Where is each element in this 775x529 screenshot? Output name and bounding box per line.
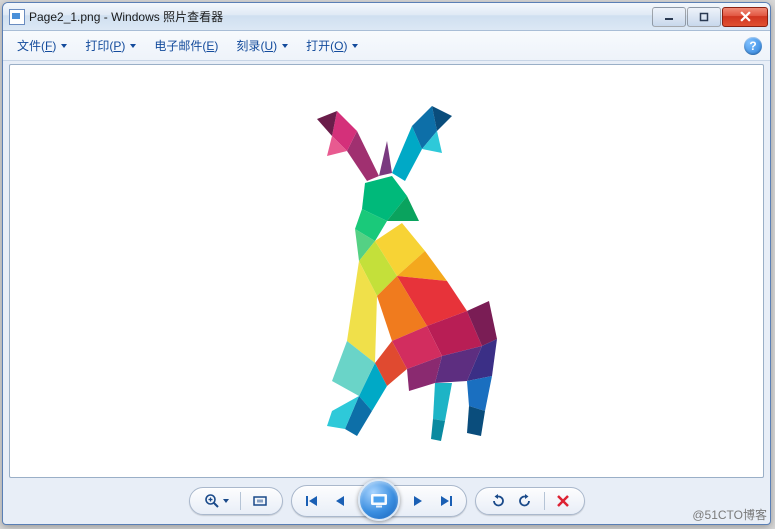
watermark: @51CTO博客 xyxy=(692,506,767,523)
chevron-down-icon xyxy=(130,44,136,48)
separator xyxy=(544,492,545,510)
first-icon xyxy=(304,493,320,509)
separator xyxy=(240,492,241,510)
close-icon xyxy=(740,11,751,22)
maximize-button[interactable] xyxy=(687,7,721,27)
bottom-toolbar xyxy=(3,480,770,524)
app-icon xyxy=(9,9,25,25)
zoom-group xyxy=(189,487,283,515)
displayed-image xyxy=(237,101,537,441)
titlebar[interactable]: Page2_1.png - Windows 照片查看器 xyxy=(3,3,770,31)
menubar: 文件(F) 打印(P) 电子邮件(E) 刻录(U) 打开(O) ? xyxy=(3,31,770,61)
delete-button[interactable] xyxy=(552,492,574,510)
fit-icon xyxy=(252,493,268,509)
close-button[interactable] xyxy=(722,7,768,27)
help-button[interactable]: ? xyxy=(744,37,762,55)
fit-to-window-button[interactable] xyxy=(248,491,272,511)
rotate-ccw-button[interactable] xyxy=(486,491,510,511)
rotate-ccw-icon xyxy=(490,493,506,509)
next-button[interactable] xyxy=(406,489,430,513)
navigation-group xyxy=(291,485,467,517)
window-controls xyxy=(652,7,768,27)
action-group xyxy=(475,487,585,515)
first-button[interactable] xyxy=(300,489,324,513)
rotate-cw-button[interactable] xyxy=(513,491,537,511)
window-title: Page2_1.png - Windows 照片查看器 xyxy=(29,8,652,25)
minimize-icon xyxy=(664,12,674,22)
delete-icon xyxy=(556,494,570,508)
menu-email[interactable]: 电子邮件(E) xyxy=(148,34,224,57)
chevron-down-icon xyxy=(61,44,67,48)
magnifier-icon xyxy=(204,493,220,509)
last-button[interactable] xyxy=(434,489,458,513)
image-viewport[interactable] xyxy=(9,64,764,478)
help-icon: ? xyxy=(749,39,756,53)
menu-open[interactable]: 打开(O) xyxy=(300,34,364,57)
previous-button[interactable] xyxy=(328,489,352,513)
menu-print[interactable]: 打印(P) xyxy=(79,34,142,57)
photo-viewer-window: Page2_1.png - Windows 照片查看器 文件(F) 打印(P) … xyxy=(2,2,771,525)
slideshow-icon xyxy=(369,492,389,508)
rotate-cw-icon xyxy=(517,493,533,509)
maximize-icon xyxy=(699,12,709,22)
last-icon xyxy=(438,493,454,509)
previous-icon xyxy=(332,493,348,509)
zoom-button[interactable] xyxy=(200,491,233,511)
menu-file[interactable]: 文件(F) xyxy=(11,34,73,57)
minimize-button[interactable] xyxy=(652,7,686,27)
menu-burn[interactable]: 刻录(U) xyxy=(230,34,294,57)
next-icon xyxy=(410,493,426,509)
chevron-down-icon xyxy=(223,499,229,503)
slideshow-button[interactable] xyxy=(358,479,400,521)
chevron-down-icon xyxy=(282,44,288,48)
chevron-down-icon xyxy=(352,44,358,48)
